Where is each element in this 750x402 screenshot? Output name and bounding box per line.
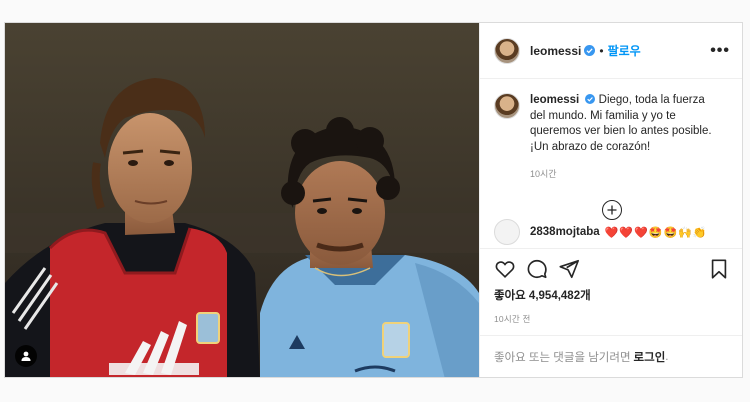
login-prompt-text: 좋아요 또는 댓글을 남기려면 [494, 351, 631, 364]
separator-dot: • [599, 43, 604, 58]
avatar[interactable] [494, 37, 520, 64]
follow-button[interactable]: 팔로우 [608, 42, 641, 59]
avatar[interactable] [494, 93, 520, 119]
comment-item: 2838mojtaba ❤️❤️❤️🤩🤩🙌👏 [494, 219, 708, 245]
action-icons [494, 255, 730, 283]
login-prompt: 좋아요 또는 댓글을 남기려면 로그인. [480, 335, 742, 377]
login-prompt-suffix: . [665, 350, 669, 363]
post-actions: 좋아요 4,954,482개 10시간 전 [480, 248, 742, 325]
username[interactable]: leomessi [530, 44, 581, 58]
login-link[interactable]: 로그인 [634, 349, 666, 365]
caption-text: leomessi Diego, toda la fuerza del mundo… [530, 93, 720, 155]
post-header: leomessi • 팔로우 ••• [480, 23, 742, 79]
caption-time: 10시간 [530, 169, 557, 179]
post-time[interactable]: 10시간 전 [494, 313, 730, 325]
likes-count[interactable]: 좋아요 4,954,482개 [494, 287, 730, 303]
user-tag-icon[interactable] [15, 345, 37, 367]
comments-area: leomessi Diego, toda la fuerza del mundo… [480, 79, 742, 248]
post-photo[interactable] [5, 23, 479, 377]
verified-icon [585, 94, 596, 104]
caption-username[interactable]: leomessi [530, 94, 579, 106]
comment-username[interactable]: 2838mojtaba [530, 226, 600, 238]
more-options-button[interactable]: ••• [710, 42, 730, 59]
caption: leomessi Diego, toda la fuerza del mundo… [494, 93, 730, 155]
post-side-panel: leomessi • 팔로우 ••• leomessi Diego, toda … [479, 23, 742, 377]
verified-icon [584, 45, 596, 56]
comment-icon[interactable] [526, 258, 548, 280]
share-icon[interactable] [558, 258, 580, 280]
bookmark-icon[interactable] [708, 258, 730, 280]
avatar[interactable] [494, 219, 520, 245]
comment-text: ❤️❤️❤️🤩🤩🙌👏 [604, 226, 708, 239]
plus-circle-icon[interactable] [602, 200, 622, 220]
instagram-post: leomessi • 팔로우 ••• leomessi Diego, toda … [4, 22, 743, 378]
photo-illustration [5, 23, 479, 377]
heart-icon[interactable] [494, 258, 516, 280]
